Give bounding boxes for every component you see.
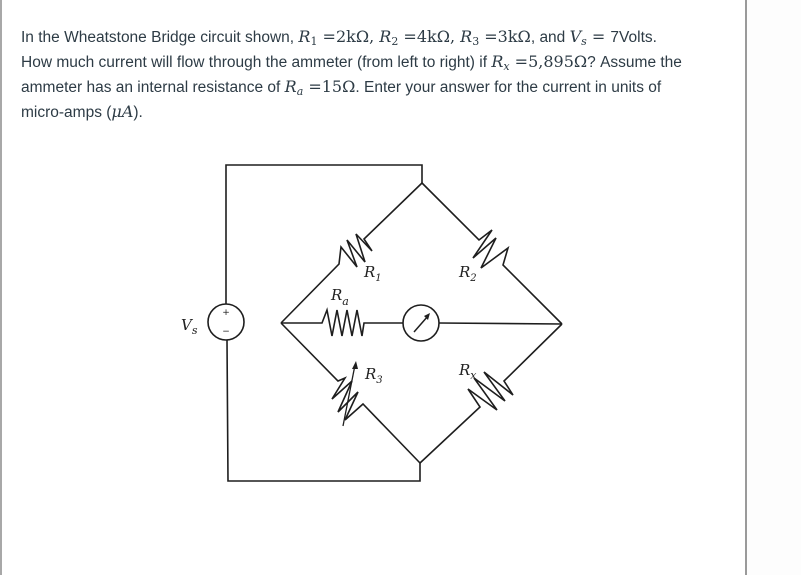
bottom-supply-wire	[226, 339, 421, 482]
ra-label: Ra	[330, 286, 349, 308]
ammeter-right-wire	[438, 322, 563, 325]
ra-resistor-icon	[281, 307, 403, 337]
top-supply-wire	[225, 164, 423, 304]
vs-label: Vs	[181, 316, 198, 337]
source-plus-sign: +	[222, 308, 230, 318]
r1-label: R1	[363, 263, 382, 284]
r3-label: R3	[364, 365, 383, 386]
rx-resistor-icon	[419, 323, 563, 464]
r3-variable-resistor-icon	[280, 322, 421, 464]
r2-resistor-icon	[421, 182, 563, 325]
source-minus-sign: −	[222, 327, 230, 337]
r1-resistor-icon	[280, 182, 423, 324]
ammeter-meter-icon	[402, 304, 440, 342]
r2-label: R2	[458, 263, 477, 284]
rx-label: Rx	[458, 361, 477, 382]
wheatstone-bridge-diagram: + − Vs R1 R2 Ra R3 Rx	[181, 164, 563, 482]
voltage-source-icon: + −	[207, 303, 245, 341]
